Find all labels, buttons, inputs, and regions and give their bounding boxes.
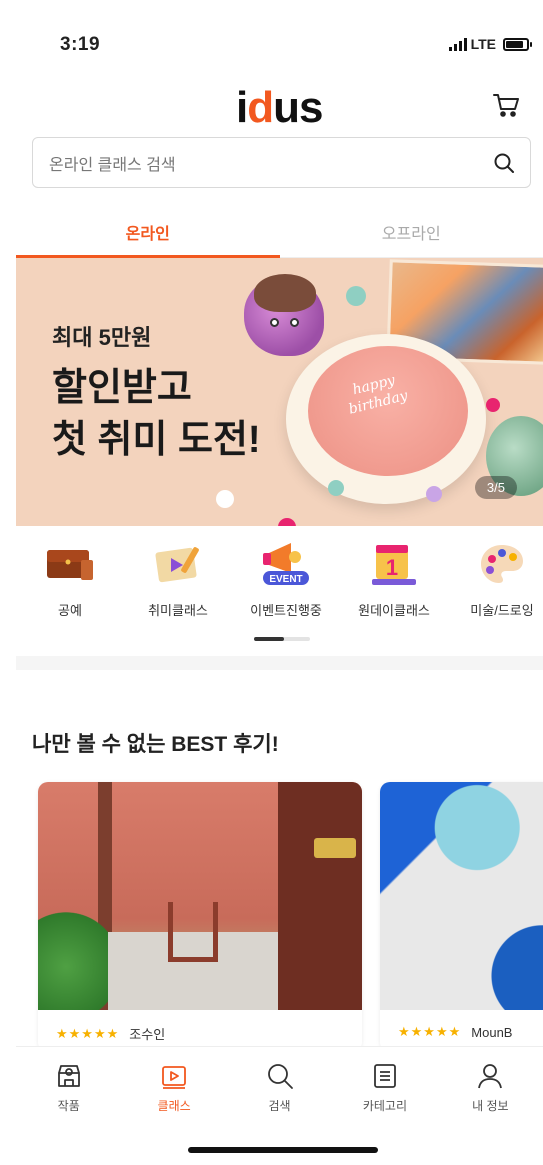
status-bar: 3:19 LTE [16, 14, 543, 74]
megaphone-event-icon: EVENT [258, 536, 314, 592]
palette-icon [474, 536, 530, 592]
status-indicators: LTE [448, 36, 532, 52]
review-card[interactable]: ★★★★★ 조수인 [38, 782, 362, 1052]
confetti-dot [346, 286, 366, 306]
banner-page-counter: 3/5 [474, 476, 517, 499]
class-type-tabs: 온라인 오프라인 [16, 208, 543, 258]
review-author: 조수인 [129, 1027, 166, 1042]
category-craft[interactable]: 공예 [16, 536, 124, 646]
banner-headline: 할인받고 첫 취미 도전! [52, 367, 261, 461]
confetti-dot [216, 490, 234, 508]
review-card[interactable]: ★★★★★ MounB [380, 782, 543, 1052]
shop-icon [57, 1065, 80, 1087]
rating-stars: ★★★★★ [56, 1025, 120, 1041]
review-carousel[interactable]: ★★★★★ 조수인 ★★★★★ MounB [38, 782, 543, 1052]
leather-wallet-icon [42, 536, 98, 592]
network-label: LTE [470, 36, 496, 52]
banner-toy-image [244, 274, 324, 356]
nav-item-category[interactable]: 카테고리 [332, 1047, 437, 1126]
svg-text:EVENT: EVENT [269, 574, 302, 585]
battery-icon [503, 37, 532, 51]
idus-logo[interactable]: idus [236, 86, 323, 130]
category-hobby-class[interactable]: 취미클래스 [124, 536, 232, 646]
search-icon[interactable] [492, 151, 516, 175]
cart-icon[interactable] [491, 90, 521, 120]
banner-cake-image [308, 346, 468, 476]
nav-item-class[interactable]: 클래스 [121, 1047, 226, 1126]
status-time: 3:19 [60, 34, 101, 55]
confetti-dot [278, 518, 296, 526]
nav-item-works[interactable]: 작품 [16, 1047, 121, 1126]
rating-stars: ★★★★★ [398, 1024, 462, 1039]
search-icon [267, 1064, 293, 1089]
class-play-icon [162, 1066, 187, 1089]
svg-text:1: 1 [386, 555, 398, 580]
category-oneday-class[interactable]: 1 원데이클래스 [340, 536, 448, 646]
review-image [380, 782, 543, 1010]
review-image [38, 782, 362, 1010]
category-scroll-indicator [254, 637, 310, 641]
search-input[interactable]: 온라인 클래스 검색 [49, 151, 492, 175]
tab-offline[interactable]: 오프라인 [280, 208, 543, 257]
bottom-navigation: 작품 클래스 검색 카테고리 내 정보 [16, 1046, 543, 1126]
calendar-one-icon: 1 [366, 536, 422, 592]
profile-icon [478, 1064, 503, 1089]
app-screen: 3:19 LTE idus 온라인 클래스 검색 온라인 오프라인 happy … [16, 14, 543, 1165]
section-divider [16, 656, 543, 670]
banner-subtitle: 최대 5만원 [52, 325, 152, 350]
confetti-dot [486, 398, 500, 412]
confetti-dot [426, 486, 442, 502]
category-event[interactable]: EVENT 이벤트진행중 [232, 536, 340, 646]
signal-icon [448, 37, 467, 51]
promo-banner[interactable]: happy birthday 최대 5만원 할인받고 첫 취미 도전! 3/5 [16, 258, 543, 526]
nav-item-my-info[interactable]: 내 정보 [438, 1047, 543, 1126]
nav-item-search[interactable]: 검색 [227, 1047, 332, 1126]
tab-online[interactable]: 온라인 [16, 208, 280, 258]
review-author: MounB [471, 1024, 513, 1040]
search-bar[interactable]: 온라인 클래스 검색 [32, 137, 531, 188]
category-art-drawing[interactable]: 미술/드로잉 [448, 536, 543, 646]
category-list-icon [374, 1064, 396, 1088]
pencil-board-icon [150, 536, 206, 592]
home-indicator [188, 1147, 378, 1153]
reviews-section-title: 나만 볼 수 없는 BEST 후기! [32, 733, 279, 756]
category-shortcuts: 공예 취미클래스 EVENT 이벤트진행중 1 원데이클래스 미술/드로잉 [16, 536, 543, 646]
confetti-dot [328, 480, 344, 496]
